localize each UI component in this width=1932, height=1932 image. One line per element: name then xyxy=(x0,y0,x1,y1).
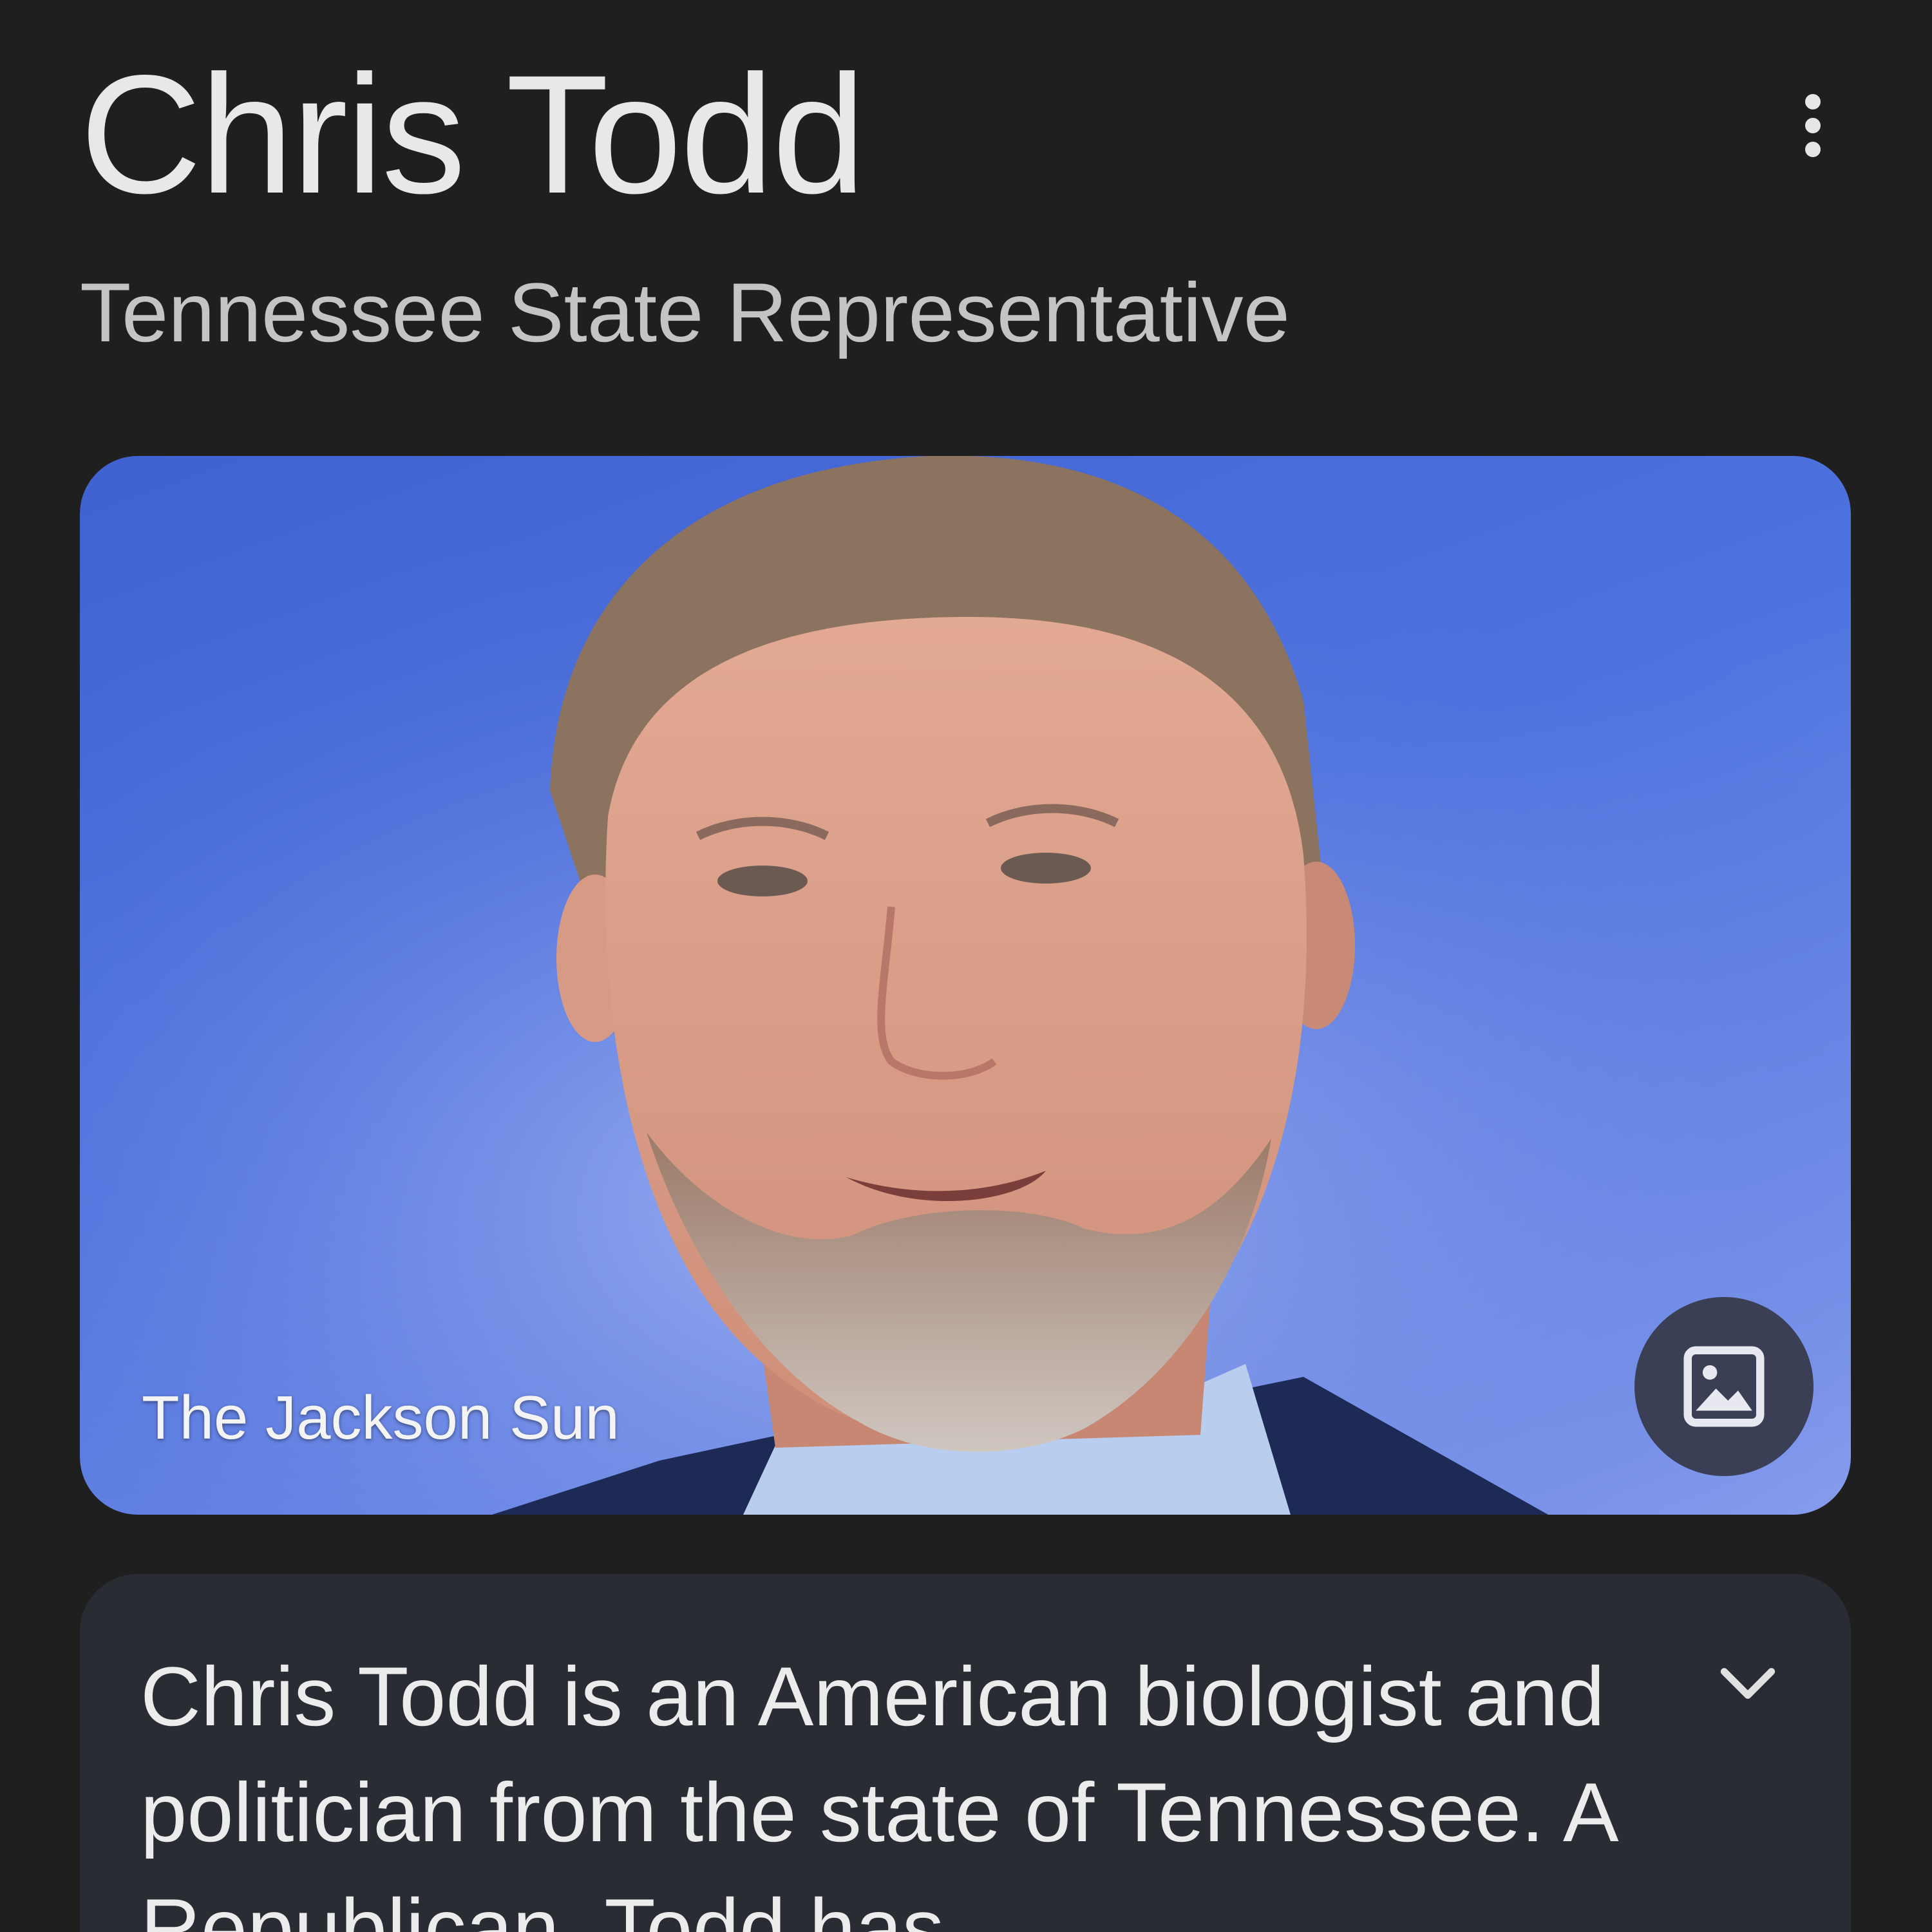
view-images-button[interactable] xyxy=(1634,1297,1814,1476)
more-options-button[interactable] xyxy=(1784,84,1842,167)
entity-subtitle: Tennessee State Representative xyxy=(80,265,1290,359)
more-vert-icon xyxy=(1805,94,1821,109)
portrait-photo xyxy=(80,456,1851,1515)
description-text: Chris Todd is an American biologist and … xyxy=(140,1649,1615,1932)
image-source-label[interactable]: The Jackson Sun xyxy=(142,1387,620,1449)
description-card: Chris Todd is an American biologist and … xyxy=(80,1574,1851,1932)
expand-description-button[interactable] xyxy=(1709,1645,1786,1722)
entity-image[interactable]: The Jackson Sun xyxy=(80,456,1851,1515)
image-icon xyxy=(1683,1346,1765,1427)
entity-title: Chris Todd xyxy=(80,40,866,229)
chevron-down-icon xyxy=(1720,1668,1776,1699)
knowledge-panel: Chris Todd Tennessee State Representativ… xyxy=(0,0,1932,1932)
